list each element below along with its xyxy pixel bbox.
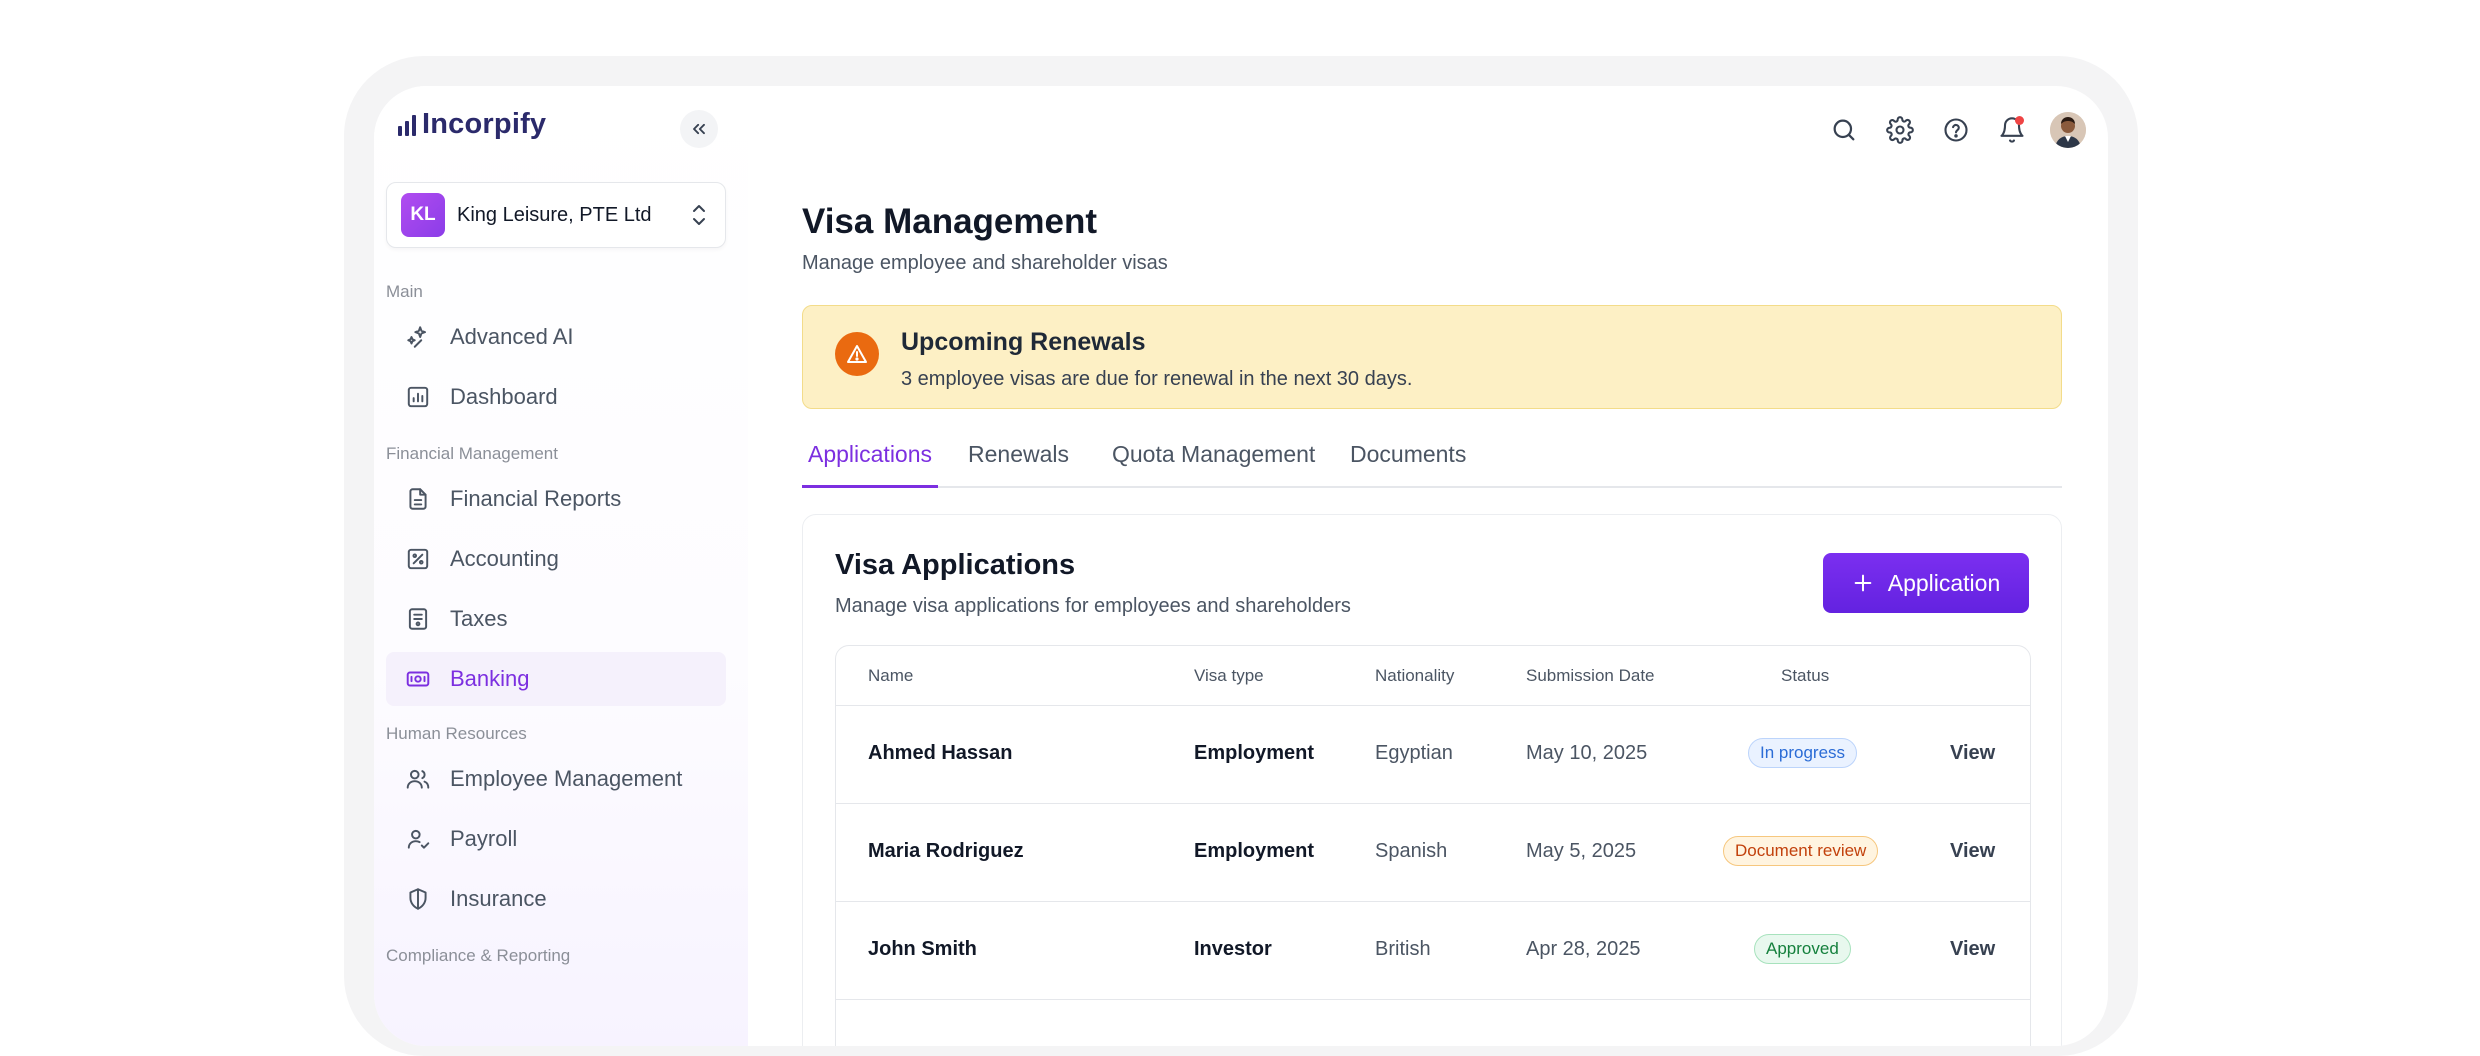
tab-bar: Applications Renewals Quota Management D… bbox=[802, 436, 2062, 488]
settings-button[interactable] bbox=[1882, 112, 1918, 148]
cell-name: Ahmed Hassan bbox=[868, 742, 1013, 764]
sidebar-item-label: Banking bbox=[450, 666, 530, 691]
applications-table: Name Visa type Nationality Submission Da… bbox=[835, 645, 2031, 1046]
company-name: King Leisure, PTE Ltd bbox=[457, 203, 652, 226]
brand-name: Incorpify bbox=[422, 108, 547, 140]
brand-logo[interactable]: Incorpify bbox=[398, 108, 546, 141]
tab-renewals[interactable]: Renewals bbox=[968, 436, 1069, 488]
company-switcher[interactable]: KL King Leisure, PTE Ltd bbox=[386, 182, 726, 248]
cell-visa-type: Employment bbox=[1194, 742, 1315, 764]
avatar[interactable] bbox=[2050, 112, 2086, 148]
alert-text: 3 employee visas are due for renewal in … bbox=[901, 368, 1413, 390]
banknote-icon bbox=[404, 665, 432, 693]
search-icon bbox=[1833, 119, 1855, 141]
sidebar-item-label: Payroll bbox=[450, 826, 518, 851]
gear-icon bbox=[1886, 116, 1914, 144]
collapse-sidebar-button[interactable] bbox=[680, 110, 718, 148]
document-icon bbox=[404, 485, 432, 513]
sidebar-item-label: Dashboard bbox=[450, 384, 558, 409]
cell-submission-date: May 10, 2025 bbox=[1526, 742, 1648, 764]
page-title: Visa Management bbox=[802, 202, 1098, 241]
sidebar-item-insurance[interactable]: Insurance bbox=[386, 872, 726, 926]
section-label-hr: Human Resources bbox=[386, 724, 527, 743]
tab-documents[interactable]: Documents bbox=[1350, 436, 1466, 488]
column-header-submission-date[interactable]: Submission Date bbox=[1526, 666, 1655, 686]
sidebar: Incorpify KL King Leisure, PTE Ltd Main … bbox=[374, 86, 748, 1046]
view-link[interactable]: View bbox=[1950, 938, 1995, 961]
section-label-compliance: Compliance & Reporting bbox=[386, 946, 571, 965]
renewals-alert: Upcoming Renewals 3 employee visas are d… bbox=[802, 305, 2062, 409]
cell-nationality: Spanish bbox=[1375, 840, 1448, 862]
search-button[interactable] bbox=[1826, 112, 1862, 148]
sidebar-item-taxes[interactable]: Taxes bbox=[386, 592, 726, 646]
table-header: Name Visa type Nationality Submission Da… bbox=[836, 646, 2030, 706]
app-window: Incorpify KL King Leisure, PTE Ltd Main … bbox=[374, 86, 2108, 1046]
chart-icon bbox=[404, 383, 432, 411]
notification-dot bbox=[2015, 116, 2024, 125]
cell-visa-type: Employment bbox=[1194, 840, 1315, 862]
sidebar-item-employee-management[interactable]: Employee Management bbox=[386, 752, 726, 806]
chevron-up-down-icon bbox=[687, 200, 711, 230]
tab-applications[interactable]: Applications bbox=[802, 436, 939, 488]
plus-icon bbox=[1854, 574, 1872, 592]
chevrons-left-icon bbox=[693, 123, 705, 135]
warning-icon bbox=[835, 332, 879, 376]
status-badge: Document review bbox=[1723, 836, 1879, 866]
table-row: John Smith Investor British Apr 28, 2025… bbox=[836, 902, 2030, 1000]
shield-icon bbox=[404, 885, 432, 913]
section-label-financial: Financial Management bbox=[386, 444, 558, 463]
sidebar-item-dashboard[interactable]: Dashboard bbox=[386, 370, 726, 424]
users-icon bbox=[404, 765, 432, 793]
alert-title: Upcoming Renewals bbox=[901, 328, 1146, 356]
add-application-label: Application bbox=[1887, 569, 2001, 596]
sidebar-item-advanced-ai[interactable]: Advanced AI bbox=[386, 310, 726, 364]
user-avatar-icon bbox=[2050, 112, 2086, 148]
sidebar-item-label: Advanced AI bbox=[450, 324, 574, 349]
sidebar-item-payroll[interactable]: Payroll bbox=[386, 812, 726, 866]
column-header-name[interactable]: Name bbox=[868, 666, 913, 686]
sidebar-item-label: Employee Management bbox=[450, 766, 683, 791]
percent-icon bbox=[404, 545, 432, 573]
sparkles-icon bbox=[404, 323, 432, 351]
logo-mark-icon bbox=[398, 114, 416, 136]
view-link[interactable]: View bbox=[1950, 840, 1995, 863]
visa-applications-card: Visa Applications Manage visa applicatio… bbox=[802, 514, 2062, 1046]
cell-visa-type: Investor bbox=[1194, 938, 1272, 960]
section-label-main: Main bbox=[386, 282, 423, 301]
company-avatar: KL bbox=[401, 193, 445, 237]
sidebar-item-label: Accounting bbox=[450, 546, 559, 571]
tab-quota-management[interactable]: Quota Management bbox=[1112, 436, 1315, 488]
cell-name: Maria Rodriguez bbox=[868, 840, 1024, 862]
view-link[interactable]: View bbox=[1950, 742, 1995, 765]
receipt-icon bbox=[404, 605, 432, 633]
sidebar-item-label: Insurance bbox=[450, 886, 547, 911]
card-subtitle: Manage visa applications for employees a… bbox=[835, 595, 1351, 617]
column-header-nationality[interactable]: Nationality bbox=[1375, 666, 1454, 686]
notifications-button[interactable] bbox=[1994, 112, 2030, 148]
cell-nationality: Egyptian bbox=[1375, 742, 1453, 764]
user-check-icon bbox=[404, 825, 432, 853]
cell-nationality: British bbox=[1375, 938, 1431, 960]
sidebar-item-accounting[interactable]: Accounting bbox=[386, 532, 726, 586]
cell-submission-date: May 5, 2025 bbox=[1526, 840, 1637, 862]
add-application-button[interactable]: Application bbox=[1823, 553, 2029, 613]
sidebar-item-label: Taxes bbox=[450, 606, 508, 631]
sidebar-item-financial-reports[interactable]: Financial Reports bbox=[386, 472, 726, 526]
card-title: Visa Applications bbox=[835, 549, 1076, 581]
status-badge: Approved bbox=[1754, 934, 1851, 964]
table-row: Ahmed Hassan Employment Egyptian May 10,… bbox=[836, 706, 2030, 804]
column-header-visa-type[interactable]: Visa type bbox=[1194, 666, 1264, 686]
page-subtitle: Manage employee and shareholder visas bbox=[802, 252, 1168, 274]
help-icon bbox=[1944, 118, 1968, 142]
cell-submission-date: Apr 28, 2025 bbox=[1526, 938, 1641, 960]
table-row: Maria Rodriguez Employment Spanish May 5… bbox=[836, 804, 2030, 902]
sidebar-item-banking[interactable]: Banking bbox=[386, 652, 726, 706]
column-header-status[interactable]: Status bbox=[1781, 666, 1829, 686]
sidebar-item-label: Financial Reports bbox=[450, 486, 622, 511]
help-button[interactable] bbox=[1938, 112, 1974, 148]
cell-name: John Smith bbox=[868, 938, 977, 960]
status-badge: In progress bbox=[1748, 738, 1858, 768]
